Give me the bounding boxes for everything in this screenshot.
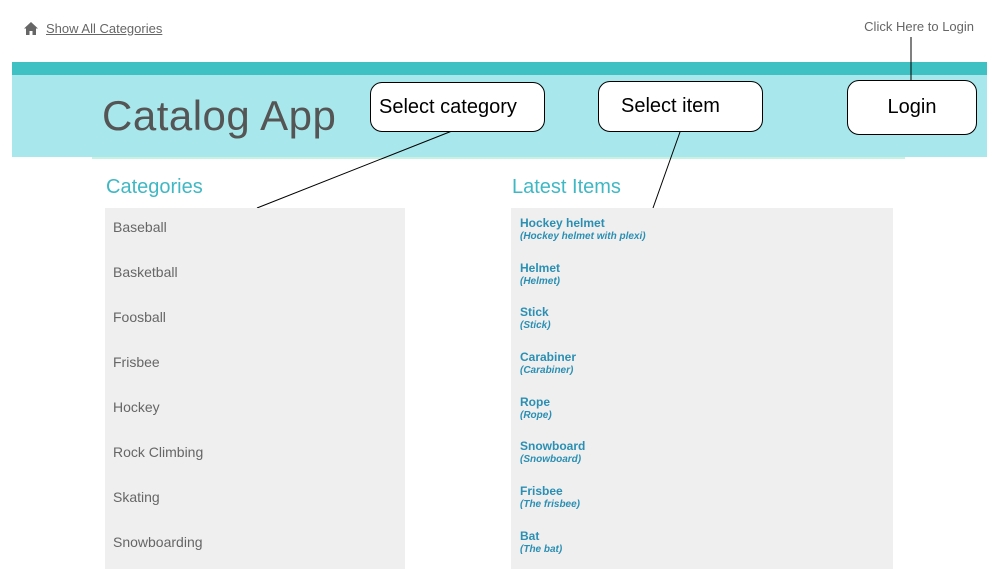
app-title: Catalog App <box>102 92 337 139</box>
item-description: (The bat) <box>520 544 563 555</box>
show-all-categories-label: Show All Categories <box>46 20 163 36</box>
category-item[interactable]: Skating <box>113 489 160 505</box>
item-description: (Stick) <box>520 320 551 331</box>
latest-items-panel: Hockey helmet (Hockey helmet with plexi)… <box>511 208 893 569</box>
item-description: (Carabiner) <box>520 365 574 376</box>
item-description: (Rope) <box>520 410 552 421</box>
categories-heading: Categories <box>106 176 203 198</box>
item-name: Snowboard <box>520 439 586 453</box>
item-description: (Hockey helmet with plexi) <box>520 231 646 242</box>
header-accent-bar <box>12 62 987 75</box>
category-item[interactable]: Baseball <box>113 219 167 235</box>
latest-item[interactable]: Helmet (Helmet) <box>520 261 560 288</box>
header-divider <box>92 157 905 159</box>
category-item[interactable]: Foosball <box>113 309 166 325</box>
item-name: Helmet <box>520 261 561 275</box>
item-description: (Snowboard) <box>520 454 582 465</box>
latest-item[interactable]: Snowboard (Snowboard) <box>520 439 585 466</box>
category-item[interactable]: Basketball <box>113 264 178 280</box>
item-name: Stick <box>520 305 549 319</box>
category-item[interactable]: Rock Climbing <box>113 444 203 460</box>
latest-item[interactable]: Carabiner (Carabiner) <box>520 350 576 377</box>
home-icon <box>24 21 38 35</box>
category-item[interactable]: Hockey <box>113 399 160 415</box>
show-all-categories-link[interactable]: Show All Categories <box>24 19 162 37</box>
categories-panel: Baseball Basketball Foosball Frisbee Hoc… <box>105 208 405 569</box>
category-item[interactable]: Frisbee <box>113 354 160 370</box>
latest-item[interactable]: Bat (The bat) <box>520 529 562 556</box>
item-name: Frisbee <box>520 484 563 498</box>
latest-items-heading: Latest Items <box>512 176 621 198</box>
item-description: (The frisbee) <box>520 499 581 510</box>
latest-item[interactable]: Rope (Rope) <box>520 395 552 422</box>
item-name: Hockey helmet <box>520 216 605 230</box>
latest-item[interactable]: Stick (Stick) <box>520 305 551 332</box>
item-name: Carabiner <box>520 350 577 364</box>
category-item[interactable]: Snowboarding <box>113 534 203 550</box>
item-name: Rope <box>520 395 550 409</box>
select-category-callout: Select category <box>370 82 545 132</box>
item-name: Bat <box>520 529 540 543</box>
login-callout: Login <box>847 80 977 135</box>
login-link[interactable]: Click Here to Login <box>864 19 974 34</box>
select-item-callout: Select item <box>598 81 763 132</box>
item-description: (Helmet) <box>520 276 561 287</box>
latest-item[interactable]: Hockey helmet (Hockey helmet with plexi) <box>520 216 646 243</box>
latest-item[interactable]: Frisbee (The frisbee) <box>520 484 580 511</box>
